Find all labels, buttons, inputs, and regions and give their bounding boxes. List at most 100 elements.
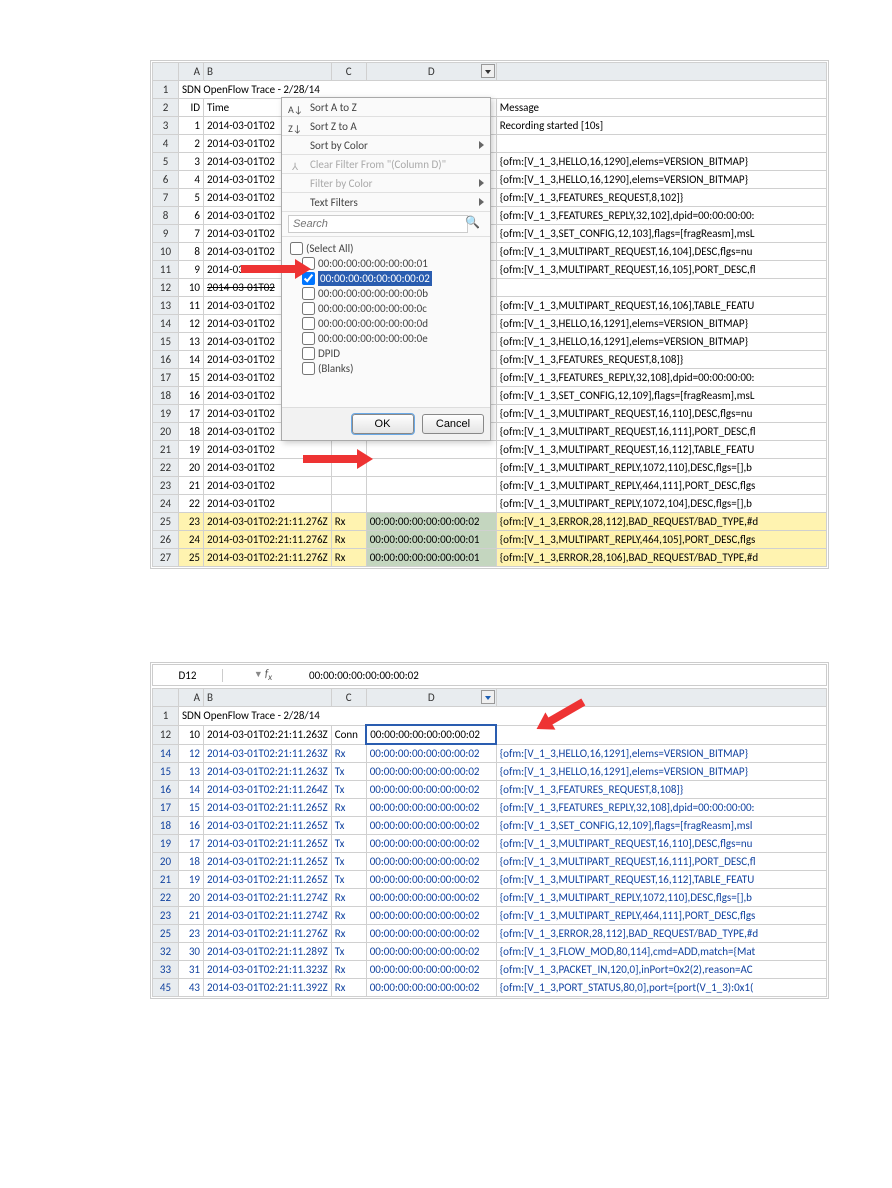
cell[interactable]: Tx [331,943,366,961]
cell[interactable]: 00:00:00:00:00:00:00:02 [366,871,496,889]
cell[interactable]: 00:00:00:00:00:00:00:02 [366,513,496,531]
cell[interactable]: {ofm:[V_1_3,HELLO,16,1291],elems=VERSION… [496,744,826,763]
cell[interactable]: 15 [179,369,204,387]
cell[interactable]: 2014-03-01T02:21:11.265Z [204,799,332,817]
row-header[interactable]: 2 [153,99,179,117]
filter-values-list[interactable]: (Select All) 00:00:00:00:00:00:00:0100:0… [282,237,490,407]
filter-dropdown-icon[interactable] [481,64,495,78]
cell[interactable]: {ofm:[V_1_3,FLOW_MOD,80,114],cmd=ADD,mat… [496,943,826,961]
row-header[interactable]: 45 [153,979,179,997]
row-header[interactable]: 1 [153,81,179,99]
cell[interactable]: Tx [331,817,366,835]
cell[interactable] [496,279,826,297]
row-header[interactable]: 4 [153,135,179,153]
cell[interactable]: 2014-03-01T02:21:11.392Z [204,979,332,997]
cell[interactable]: 2014-03-01T02:21:11.265Z [204,817,332,835]
cell[interactable]: 00:00:00:00:00:00:00:02 [366,817,496,835]
cell[interactable]: {ofm:[V_1_3,MULTIPART_REPLY,1072,110],DE… [496,459,826,477]
cell[interactable]: 2 [179,135,204,153]
cell[interactable]: 12 [179,315,204,333]
cell[interactable]: 00:00:00:00:00:00:00:02 [366,853,496,871]
cell[interactable]: {ofm:[V_1_3,ERROR,28,112],BAD_REQUEST/BA… [496,925,826,943]
text-filters[interactable]: Text Filters [282,193,490,212]
row-header[interactable]: 16 [153,351,179,369]
col-header-d[interactable]: D [366,63,496,81]
cell[interactable]: 00:00:00:00:00:00:00:02 [366,781,496,799]
cell[interactable]: 16 [179,387,204,405]
formula-value[interactable]: 00:00:00:00:00:00:00:02 [303,669,419,682]
filter-search-input[interactable] [288,215,468,233]
col-header-a[interactable]: A [179,689,204,707]
cell[interactable] [331,477,366,495]
row-header[interactable]: 1 [153,707,179,726]
cell[interactable]: 00:00:00:00:00:00:00:01 [366,549,496,567]
sort-az[interactable]: A↓Sort A to Z [282,98,490,117]
row-header[interactable]: 12 [153,279,179,297]
row-header[interactable]: 6 [153,171,179,189]
cell[interactable]: 10 [179,279,204,297]
cell[interactable]: Rx [331,925,366,943]
row-header[interactable]: 21 [153,441,179,459]
row-header[interactable]: 18 [153,817,179,835]
cell[interactable]: 20 [179,889,204,907]
name-box[interactable]: D12 [153,669,223,682]
cell[interactable] [366,441,496,459]
row-header[interactable]: 19 [153,405,179,423]
cell[interactable]: {ofm:[V_1_3,HELLO,16,1290],elems=VERSION… [496,153,826,171]
row-header[interactable]: 9 [153,225,179,243]
cell[interactable]: 2014-03-01T02:21:11.276Z [204,925,332,943]
cell[interactable]: Tx [331,781,366,799]
ok-button[interactable]: OK [352,414,414,434]
col-header-b[interactable]: B [204,63,332,81]
cell[interactable]: 2014-03-01T02 [204,477,332,495]
cell[interactable]: {ofm:[V_1_3,MULTIPART_REQUEST,16,111],PO… [496,853,826,871]
filter-item[interactable]: 00:00:00:00:00:00:00:0c [290,301,482,316]
cell[interactable]: Tx [331,853,366,871]
cell[interactable]: 00:00:00:00:00:00:00:02 [366,799,496,817]
cell[interactable]: 2014-03-01T02:21:11.274Z [204,889,332,907]
cell[interactable]: {ofm:[V_1_3,FEATURES_REQUEST,8,102]} [496,189,826,207]
sheet-title[interactable]: SDN OpenFlow Trace - 2/28/14 [179,707,827,726]
cell[interactable]: 2014-03-01T02:21:11.276Z [204,549,332,567]
filter-item[interactable]: DPID [290,346,482,361]
row-header[interactable]: 20 [153,423,179,441]
cell[interactable]: 00:00:00:00:00:00:00:01 [366,531,496,549]
cell[interactable]: {ofm:[V_1_3,HELLO,16,1291],elems=VERSION… [496,763,826,781]
cell[interactable]: {ofm:[V_1_3,MULTIPART_REPLY,464,111],POR… [496,907,826,925]
cell[interactable]: {ofm:[V_1_3,FEATURES_REPLY,32,108],dpid=… [496,369,826,387]
filter-item[interactable]: 00:00:00:00:00:00:00:0d [290,316,482,331]
cell[interactable]: 2014-03-01T02:21:11.264Z [204,781,332,799]
cell[interactable]: {ofm:[V_1_3,SET_CONFIG,12,109],flags=[fr… [496,387,826,405]
cell[interactable]: {ofm:[V_1_3,MULTIPART_REPLY,464,111],POR… [496,477,826,495]
cell[interactable]: 00:00:00:00:00:00:00:02 [366,943,496,961]
cell[interactable]: 13 [179,333,204,351]
cell[interactable]: 2014-03-01T02:21:11.274Z [204,907,332,925]
cell[interactable]: 22 [179,495,204,513]
row-header[interactable]: 12 [153,725,179,744]
col-header-c[interactable]: C [331,689,366,707]
cell[interactable]: 2014-03-01T02:21:11.263Z [204,725,332,744]
cell[interactable]: 7 [179,225,204,243]
cell[interactable]: 11 [179,297,204,315]
cell[interactable]: Rx [331,744,366,763]
cell[interactable]: {ofm:[V_1_3,MULTIPART_REQUEST,16,111],PO… [496,423,826,441]
cell[interactable]: Rx [331,799,366,817]
row-header[interactable]: 25 [153,925,179,943]
row-header[interactable]: 20 [153,853,179,871]
cell[interactable]: Rx [331,513,366,531]
cell[interactable]: Tx [331,871,366,889]
col-header-b[interactable]: B [204,689,332,707]
select-all-corner[interactable] [153,63,179,81]
row-header[interactable]: 10 [153,243,179,261]
row-header[interactable]: 23 [153,477,179,495]
cell[interactable]: Tx [331,763,366,781]
col-header-a[interactable]: A [179,63,204,81]
cell[interactable]: {ofm:[V_1_3,MULTIPART_REPLY,464,105],POR… [496,531,826,549]
row-header[interactable]: 3 [153,117,179,135]
cell[interactable]: Rx [331,531,366,549]
row-header[interactable]: 25 [153,513,179,531]
cell[interactable]: 17 [179,835,204,853]
cell[interactable]: Recording started [10s] [496,117,826,135]
cell[interactable]: 21 [179,907,204,925]
cell[interactable]: 13 [179,763,204,781]
